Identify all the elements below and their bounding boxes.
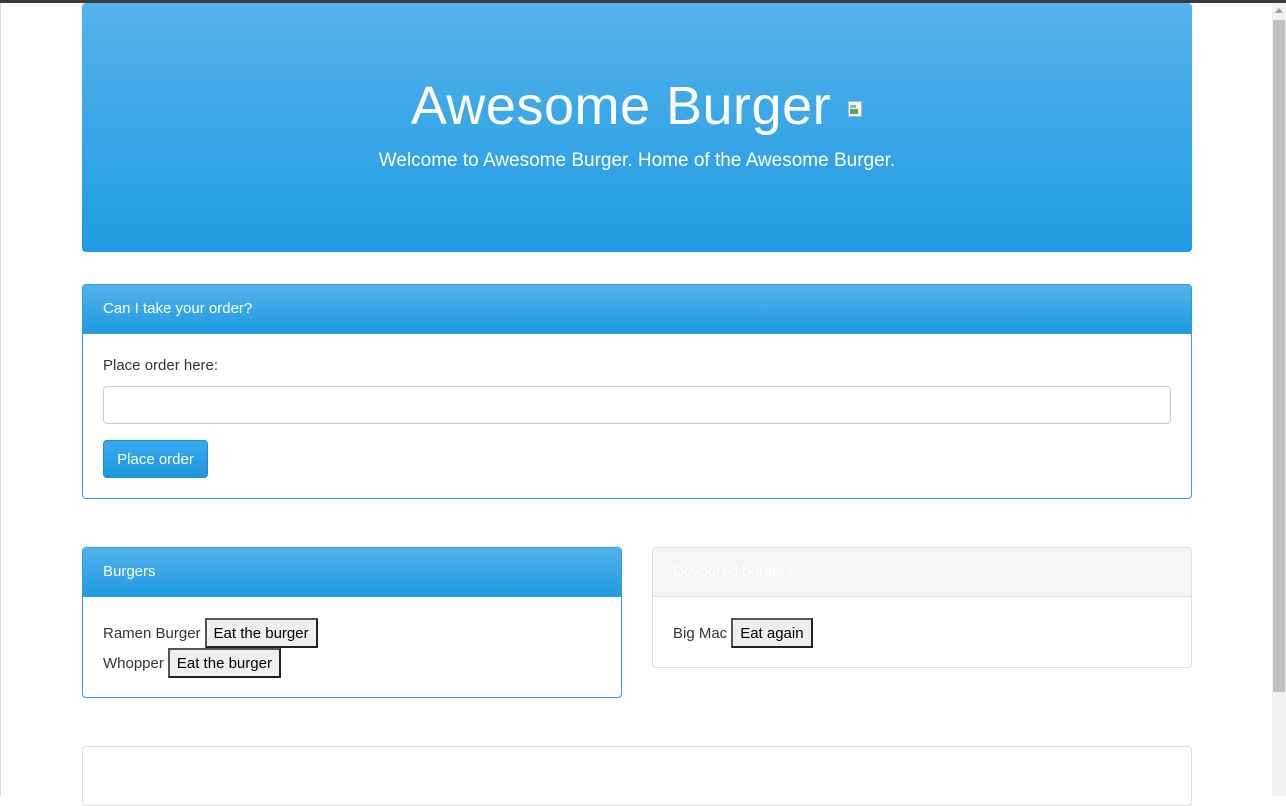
devoured-panel: Devoured burgers Big Mac Eat again [652,547,1192,668]
order-label: Place order here: [103,357,219,374]
burger-name: Big Mac [673,624,728,642]
list-item: Big Mac Eat again [673,618,813,648]
page-title: Awesome Burger [410,76,832,136]
bottom-panel [82,746,1192,806]
list-item: Whopper Eat the burger [103,648,318,678]
order-panel: Can I take your order? Place order here:… [82,284,1192,499]
window-left-border [0,3,1,796]
devoured-list: Big Mac Eat again [673,618,813,648]
eat-burger-button[interactable]: Eat the burger [167,648,281,678]
scroll-up-arrow-icon[interactable] [1275,8,1283,13]
page-subtitle: Welcome to Awesome Burger. Home of the A… [378,150,896,171]
eat-burger-button[interactable]: Eat the burger [204,618,318,648]
title-row: Awesome Burger [82,71,1192,141]
eat-again-button[interactable]: Eat again [731,618,813,648]
order-input[interactable] [103,386,1171,424]
place-order-button[interactable]: Place order [103,440,208,478]
burgers-panel-heading: Burgers [83,548,621,597]
broken-image-icon [847,101,863,117]
list-item: Ramen Burger Eat the burger [103,618,318,648]
jumbotron-header: Awesome Burger Welcome to Awesome Burger… [82,3,1192,252]
vertical-scrollbar[interactable] [1272,3,1286,796]
devoured-panel-heading: Devoured burgers [653,548,1191,597]
burgers-panel: Burgers Ramen Burger Eat the burger Whop… [82,547,622,698]
order-panel-heading: Can I take your order? [83,285,1191,334]
burger-list: Ramen Burger Eat the burger Whopper Eat … [103,618,318,678]
burger-name: Whopper [103,654,164,672]
scrollbar-thumb[interactable] [1273,20,1285,692]
burger-name: Ramen Burger [103,624,201,642]
